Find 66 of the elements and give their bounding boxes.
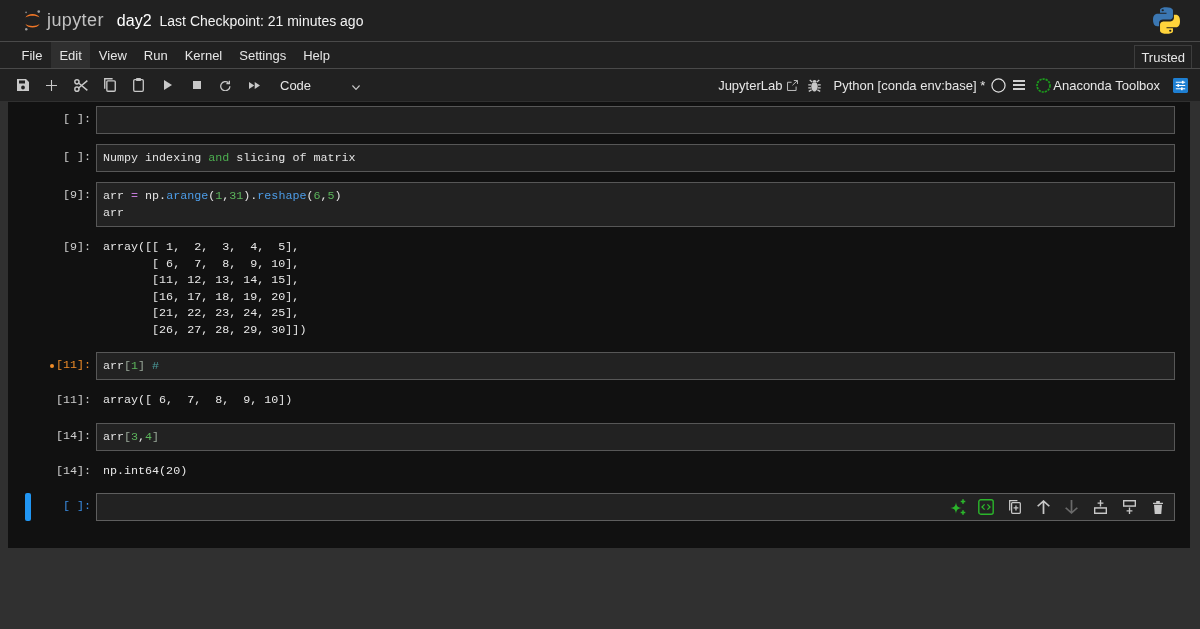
menu-item[interactable]: File xyxy=(13,42,51,68)
execution-prompt: [ ]: xyxy=(62,498,91,515)
clipboard-icon xyxy=(133,78,144,92)
lab-link[interactable]: JupyterLab xyxy=(716,73,801,97)
copy-icon xyxy=(103,78,116,92)
output-line: [21, 22, 23, 24, 25], xyxy=(151,305,301,322)
insert-below-icon xyxy=(1122,500,1136,514)
sparkle-icon xyxy=(949,499,966,515)
output-line: [16, 17, 18, 19, 20], xyxy=(151,288,301,305)
python-logo-icon xyxy=(1153,7,1180,34)
up-arrow-icon xyxy=(1036,500,1050,514)
insert-above-icon xyxy=(1094,500,1107,514)
code-line: arr[1] # xyxy=(103,358,161,375)
duplicate-icon xyxy=(1008,500,1021,514)
code-line: arr xyxy=(103,205,126,222)
code-line: arr[3,4] xyxy=(103,428,161,446)
fast-forward-icon xyxy=(249,81,260,89)
scissors-icon xyxy=(73,78,88,92)
cell-type-dropdown[interactable]: Code xyxy=(271,73,369,97)
execution-prompt: [ ]: xyxy=(62,149,91,166)
menu-item[interactable]: Settings xyxy=(230,42,295,68)
output-prompt: [9]: xyxy=(62,239,91,256)
execution-prompt: [11]: xyxy=(55,357,91,374)
trash-icon xyxy=(1152,500,1163,514)
trusted-indicator: Trusted xyxy=(1134,45,1192,68)
execution-prompt: [ ]: xyxy=(62,111,91,128)
kernel-name-button[interactable]: Python [conda env:base] * xyxy=(833,73,990,97)
play-icon xyxy=(163,80,172,90)
settings-button[interactable] xyxy=(1173,77,1188,93)
code-editor[interactable]: arr[3,4] xyxy=(96,422,1175,451)
list-icon xyxy=(1013,80,1026,90)
checkpoint-status: Last Checkpoint: 21 minutes ago xyxy=(159,12,364,29)
output-line: np.int64(20) xyxy=(103,462,188,479)
menu-item[interactable]: Edit xyxy=(50,42,91,68)
down-arrow-icon xyxy=(1065,500,1079,514)
external-link-icon xyxy=(787,79,799,91)
output-line: [26, 27, 28, 29, 30]]) xyxy=(151,321,307,338)
stop-icon xyxy=(192,81,201,89)
code-line: arr = np.arange(1,31).reshape(6,5) xyxy=(103,188,343,205)
sliders-icon xyxy=(1173,77,1188,93)
toolbox-button[interactable]: Anaconda Toolbox xyxy=(1036,73,1160,97)
code-line: Numpy indexing and slicing of matrix xyxy=(103,150,357,167)
menu-item[interactable]: Kernel xyxy=(176,42,231,68)
code-editor[interactable]: arr = np.arange(1,31).reshape(6,5) arr xyxy=(96,182,1175,227)
menu-item[interactable]: Run xyxy=(135,42,177,68)
execution-prompt: [9]: xyxy=(62,187,91,204)
ring-icon xyxy=(1036,77,1052,93)
output-line: array([[ 1, 2, 3, 4, 5], xyxy=(103,239,301,256)
logo-wordmark: jupyter xyxy=(47,10,104,31)
output-prompt: [11]: xyxy=(55,392,91,409)
restart-icon xyxy=(220,79,231,91)
code-brackets-icon xyxy=(978,499,995,515)
execution-prompt: [14]: xyxy=(55,427,91,445)
output-line: array([ 6, 7, 8, 9, 10]) xyxy=(103,392,293,409)
output-prompt: [14]: xyxy=(55,462,91,480)
output-line: [ 6, 7, 8, 9, 10], xyxy=(151,255,301,272)
menu-item[interactable]: Help xyxy=(294,42,339,68)
plus-icon xyxy=(46,79,57,91)
notebook-title[interactable]: day2 xyxy=(116,11,152,30)
code-editor[interactable]: arr[1] # xyxy=(96,352,1175,380)
chevron-down-icon xyxy=(352,85,360,90)
bug-icon xyxy=(808,78,822,92)
jupyter-logo-icon xyxy=(24,10,41,31)
output-line: [11, 12, 13, 14, 15], xyxy=(151,272,301,289)
menu-item[interactable]: View xyxy=(90,42,136,68)
code-editor[interactable]: Numpy indexing and slicing of matrix xyxy=(96,144,1175,172)
